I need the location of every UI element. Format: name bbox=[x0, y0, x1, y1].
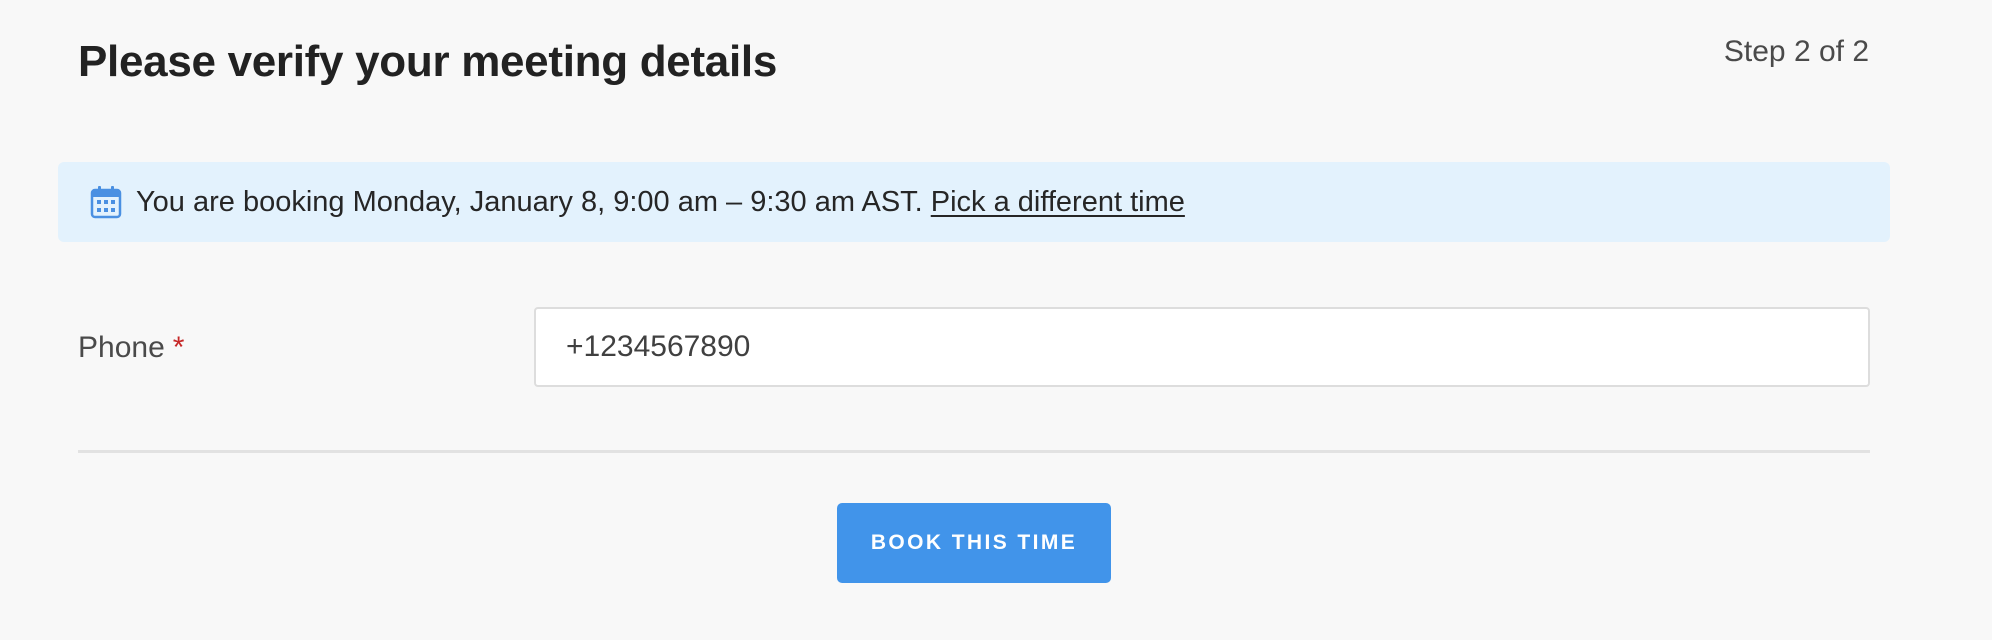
book-this-time-button[interactable]: BOOK THIS TIME bbox=[837, 503, 1111, 583]
phone-input[interactable] bbox=[534, 307, 1870, 387]
calendar-icon bbox=[90, 185, 122, 219]
phone-label: Phone * bbox=[78, 326, 184, 370]
step-indicator: Step 2 of 2 bbox=[1723, 35, 1869, 68]
pick-different-time-link[interactable]: Pick a different time bbox=[931, 186, 1185, 219]
form-divider bbox=[78, 450, 1870, 453]
phone-label-text: Phone bbox=[78, 331, 165, 364]
booking-summary-text: You are booking Monday, January 8, 9:00 … bbox=[136, 185, 923, 218]
page-title: Please verify your meeting details bbox=[78, 37, 777, 86]
booking-info-banner: You are booking Monday, January 8, 9:00 … bbox=[58, 162, 1890, 242]
required-indicator: * bbox=[172, 331, 185, 364]
